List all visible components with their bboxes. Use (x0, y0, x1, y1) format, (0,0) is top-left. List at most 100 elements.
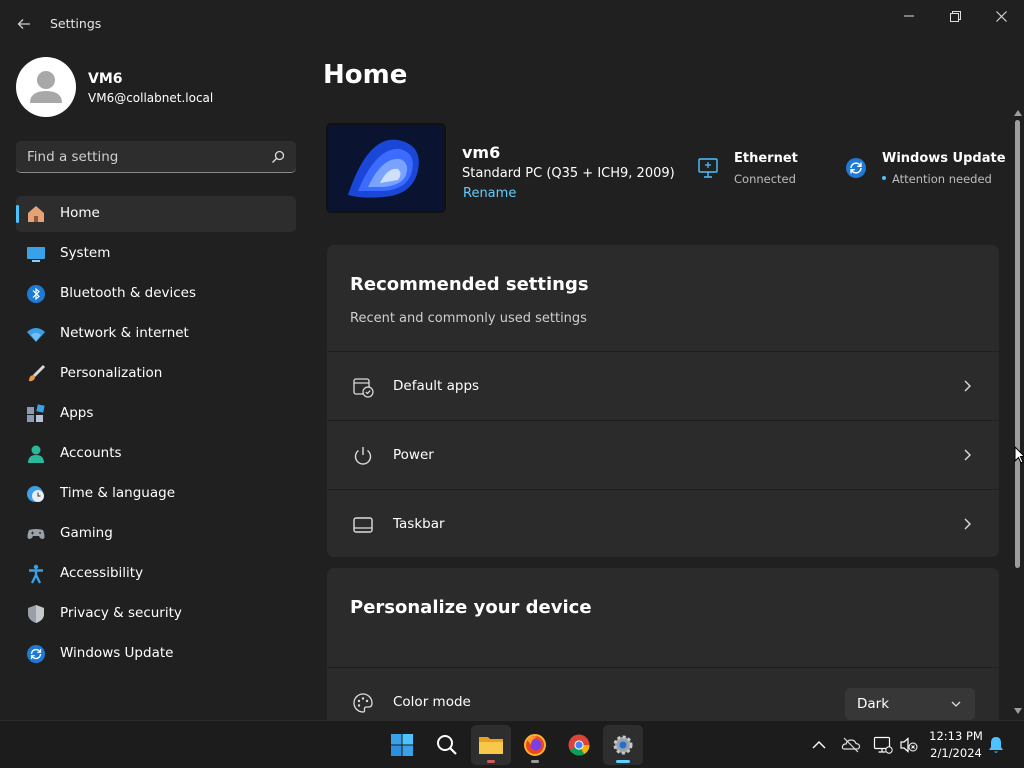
chevron-right-icon (964, 380, 971, 392)
sidebar-item-label: Personalization (60, 365, 163, 381)
palette-icon (353, 693, 373, 713)
file-explorer-icon (479, 737, 503, 754)
ethernet-subtitle: Connected (734, 172, 796, 186)
sidebar-item-accounts[interactable]: Accounts (16, 436, 296, 472)
close-button[interactable] (978, 0, 1024, 32)
attention-dot (882, 176, 886, 180)
sidebar-item-label: Privacy & security (60, 605, 182, 621)
wallpaper-bloom-image (328, 125, 444, 211)
onedrive-offline-icon[interactable] (841, 735, 861, 755)
user-name: VM6 (88, 71, 123, 87)
user-profile[interactable]: VM6 VM6@collabnet.local (16, 57, 296, 117)
page-title: Home (323, 60, 408, 90)
shield-icon (28, 605, 44, 623)
sidebar-item-bluetooth[interactable]: Bluetooth & devices (16, 276, 296, 312)
settings-app-button[interactable] (603, 725, 643, 765)
row-label: Taskbar (393, 516, 445, 532)
card-title: Personalize your device (350, 597, 592, 618)
taskbar: 12:13 PM 2/1/2024 (0, 720, 1024, 768)
search-input[interactable]: Find a setting (16, 141, 296, 173)
chevron-up-icon[interactable] (809, 735, 829, 755)
running-indicator (487, 760, 495, 763)
title-bar: Settings (0, 0, 1024, 48)
mouse-cursor-icon (1014, 446, 1024, 464)
sidebar-item-gaming[interactable]: Gaming (16, 516, 296, 552)
volume-muted-icon[interactable] (899, 735, 919, 755)
settings-icon (613, 735, 633, 755)
active-indicator (16, 205, 19, 223)
taskbar-icon (353, 517, 373, 533)
firefox-button[interactable] (515, 725, 555, 765)
clock-globe-icon (27, 486, 44, 502)
row-label: Power (393, 447, 434, 463)
sidebar-item-accessibility[interactable]: Accessibility (16, 556, 296, 592)
rename-link[interactable]: Rename (463, 186, 516, 201)
sidebar-item-privacy[interactable]: Privacy & security (16, 596, 296, 632)
sidebar-item-label: Network & internet (60, 325, 189, 341)
color-mode-dropdown[interactable]: Dark (845, 688, 975, 720)
sidebar-item-label: Time & language (60, 485, 176, 501)
minimize-icon (904, 15, 914, 17)
avatar (16, 57, 76, 117)
sidebar-item-time-language[interactable]: Time & language (16, 476, 296, 512)
notification-bell-icon[interactable] (986, 735, 1006, 755)
restore-icon (949, 10, 961, 22)
taskbar-search-button[interactable] (427, 725, 467, 765)
search-icon (437, 735, 457, 755)
dropdown-value: Dark (857, 696, 890, 712)
system-icon (27, 247, 45, 262)
sidebar-item-personalization[interactable]: Personalization (16, 356, 296, 392)
search-icon (272, 150, 285, 163)
clock-date: 2/1/2024 (930, 746, 982, 760)
card-subtitle: Recent and commonly used settings (350, 311, 587, 326)
sidebar-item-apps[interactable]: Apps (16, 396, 296, 432)
scroll-up-icon[interactable] (1014, 108, 1022, 118)
sidebar-item-network[interactable]: Network & internet (16, 316, 296, 352)
app-title: Settings (50, 16, 102, 31)
user-email: VM6@collabnet.local (88, 91, 214, 105)
sidebar-item-system[interactable]: System (16, 236, 296, 272)
chevron-right-icon (964, 518, 971, 530)
sidebar-item-label: Accessibility (60, 565, 144, 581)
color-mode-row: Color mode Dark (327, 667, 999, 720)
clock-time: 12:13 PM (929, 729, 983, 743)
device-wallpaper-thumbnail[interactable] (326, 123, 446, 213)
taskbar-row[interactable]: Taskbar (327, 489, 999, 557)
back-button[interactable] (10, 10, 38, 38)
chrome-icon (568, 734, 590, 756)
scroll-down-icon[interactable] (1014, 706, 1022, 716)
sidebar-item-windows-update[interactable]: Windows Update (16, 636, 296, 672)
restore-button[interactable] (932, 0, 978, 32)
card-title: Recommended settings (350, 274, 589, 295)
row-label: Default apps (393, 378, 480, 394)
scroll-thumb[interactable] (1015, 120, 1020, 568)
sidebar-item-home[interactable]: Home (16, 196, 296, 232)
apps-icon (27, 404, 45, 422)
system-clock[interactable]: 12:13 PM 2/1/2024 (922, 728, 990, 762)
sidebar-item-label: Windows Update (60, 645, 174, 661)
chrome-button[interactable] (559, 725, 599, 765)
network-icon[interactable] (873, 735, 893, 755)
default-apps-icon (353, 378, 374, 398)
wifi-icon (27, 328, 45, 342)
gamepad-icon (27, 529, 45, 539)
power-icon (354, 447, 372, 465)
home-icon (28, 206, 44, 222)
sidebar-item-label: Gaming (60, 525, 113, 541)
brush-icon (29, 364, 46, 382)
default-apps-row[interactable]: Default apps (327, 351, 999, 419)
vertical-scrollbar[interactable] (1012, 108, 1024, 720)
update-status-icon (846, 158, 866, 178)
sidebar-item-label: Apps (60, 405, 94, 421)
minimize-button[interactable] (886, 0, 932, 32)
update-title: Windows Update (882, 151, 1006, 166)
ethernet-title: Ethernet (734, 151, 798, 166)
close-icon (995, 10, 1007, 22)
file-explorer-button[interactable] (471, 725, 511, 765)
accessibility-icon (29, 564, 43, 584)
device-name: vm6 (462, 143, 501, 162)
accounts-icon (28, 445, 44, 463)
start-button[interactable] (382, 725, 422, 765)
power-row[interactable]: Power (327, 420, 999, 488)
sidebar-item-label: Bluetooth & devices (60, 285, 197, 301)
